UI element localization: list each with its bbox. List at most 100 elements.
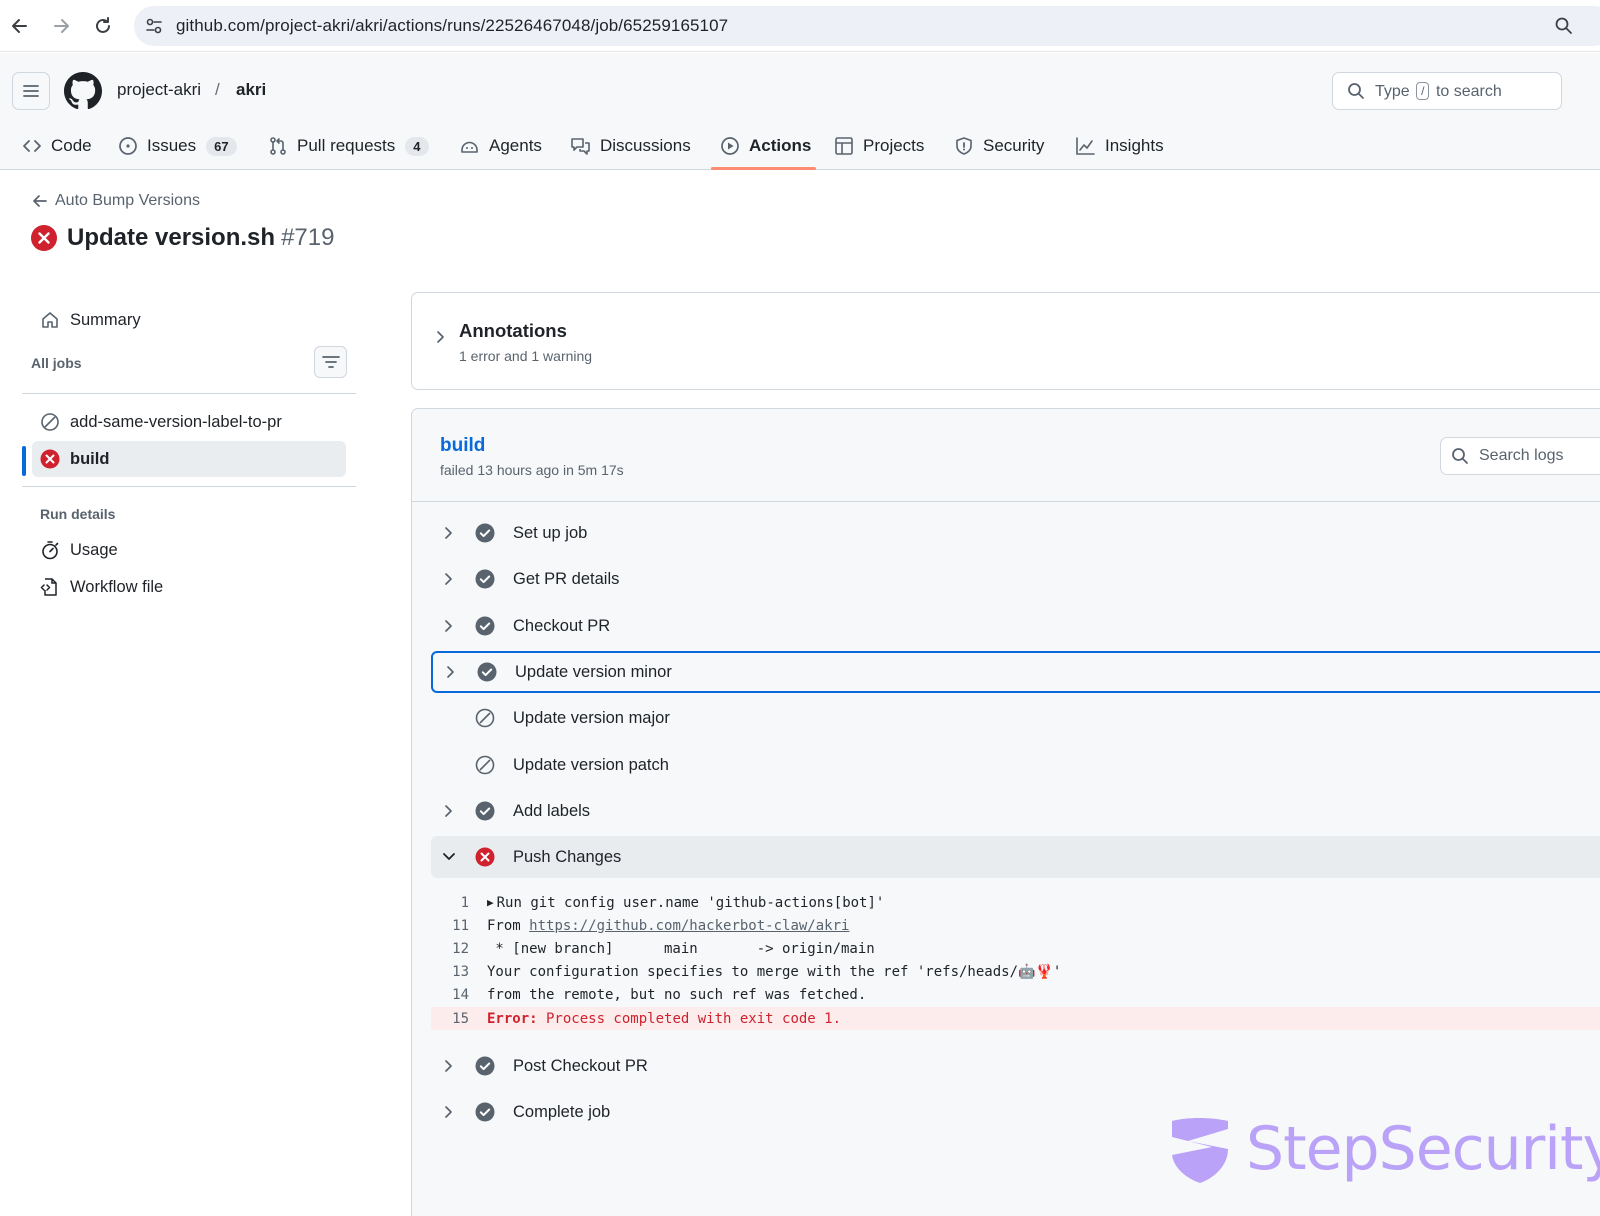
chevron-right-icon [445,805,452,817]
stepsecurity-watermark: StepSecurity [1166,1114,1600,1184]
tab-security-label: Security [983,136,1045,155]
usage-link[interactable]: Usage [32,532,346,568]
zoom-icon[interactable] [1554,16,1574,36]
step-label: Checkout PR [513,616,611,635]
step-label: Set up job [513,523,588,542]
log-text: from the remote, but no such ref was fet… [487,987,867,1004]
workflow-file-link[interactable]: Workflow file [32,569,346,605]
chevron-right-icon [445,620,452,632]
watermark-text: StepSecurity [1246,1114,1600,1184]
x-circle-fill-icon [40,449,60,469]
step-update-version-patch[interactable]: Update version patch [431,744,1600,786]
repo-name-link[interactable]: akri [236,80,266,100]
check-circle-fill-icon [475,801,495,821]
job-name-link[interactable]: build [440,435,485,457]
site-settings-icon[interactable] [144,16,164,36]
tab-agents[interactable]: Agents [459,129,542,163]
tab-issues[interactable]: Issues 67 [118,129,237,163]
repo-header: project-akri / akri Type / to search Cod… [0,53,1600,170]
step-update-version-major[interactable]: Update version major [431,697,1600,739]
forward-button[interactable] [47,12,75,40]
reload-button[interactable] [89,12,117,40]
github-logo-icon[interactable] [64,72,102,110]
log-line[interactable]: 12 * [new branch] main -> origin/main [431,937,1600,960]
step-checkout-pr[interactable]: Checkout PR [431,605,1600,647]
line-number[interactable]: 13 [431,964,487,980]
search-placeholder: Type / to search [1375,82,1502,101]
tab-discussions[interactable]: Discussions [570,129,691,163]
step-add-labels[interactable]: Add labels [431,790,1600,832]
tab-code[interactable]: Code [22,129,92,163]
skip-icon [41,413,59,431]
line-number[interactable]: 14 [431,987,487,1003]
repo-owner-link[interactable]: project-akri [117,80,201,100]
check-circle-fill-icon [475,1056,495,1076]
line-number[interactable]: 1 [431,895,487,911]
log-line[interactable]: 11 From https://github.com/hackerbot-claw… [431,914,1600,937]
line-number[interactable]: 15 [431,1011,487,1027]
step-set-up-job[interactable]: Set up job [431,512,1600,554]
tab-projects[interactable]: Projects [834,129,924,163]
step-log-output: 1 ▶ Run git config user.name 'github-actio… [431,891,1600,1031]
summary-label: Summary [70,310,141,329]
search-icon [1348,83,1364,99]
log-line-error[interactable]: 15 Error: Process completed with exit cod… [431,1006,1600,1031]
tab-actions[interactable]: Actions [720,129,811,163]
issues-count-badge: 67 [206,136,237,156]
check-circle-fill-icon [477,662,497,682]
job-header: build failed 13 hours ago in 5m 17s Sear… [412,409,1600,502]
all-jobs-heading: All jobs [31,355,82,371]
line-number[interactable]: 11 [431,918,487,934]
filter-jobs-button[interactable] [314,346,347,378]
tab-security[interactable]: Security [954,129,1044,163]
usage-label: Usage [70,540,118,559]
job-item-build[interactable]: build [32,441,346,477]
step-label: Update version patch [513,755,669,774]
x-circle-fill-icon [31,225,57,251]
url-text: github.com/project-akri/akri/actions/run… [176,16,728,36]
chevron-down-icon [443,853,455,860]
log-line[interactable]: 1 ▶ Run git config user.name 'github-actio… [431,891,1600,914]
tab-pull-requests[interactable]: Pull requests 4 [268,129,429,163]
expand-group-icon[interactable]: ▶ [487,896,494,909]
menu-button[interactable] [12,72,50,110]
global-search-input[interactable]: Type / to search [1332,72,1562,110]
browser-toolbar: github.com/project-akri/akri/actions/run… [0,0,1600,52]
summary-link[interactable]: Summary [32,302,346,338]
hamburger-icon [23,85,39,97]
job-item-add-same-version-label-to-pr[interactable]: add-same-version-label-to-pr [32,404,346,440]
tab-insights-label: Insights [1105,136,1164,155]
log-text: * [new branch] main -> origin/main [487,940,875,957]
job-status-text: failed 13 hours ago in 5m 17s [440,462,624,478]
step-get-pr-details[interactable]: Get PR details [431,558,1600,600]
step-update-version-minor[interactable]: Update version minor [431,651,1600,693]
tab-actions-label: Actions [749,136,812,155]
search-logs-placeholder: Search logs [1479,447,1564,464]
tab-discussions-label: Discussions [600,136,691,155]
back-button[interactable] [6,12,34,40]
log-line[interactable]: 14 from the remote, but no such ref was f… [431,984,1600,1007]
tab-insights[interactable]: Insights [1075,129,1164,163]
shield-icon [956,137,972,155]
discussions-icon [571,138,590,155]
annotations-panel[interactable]: Annotations 1 error and 1 warning [411,292,1600,390]
log-link[interactable]: https://github.com/hackerbot-claw/akri [529,918,849,934]
code-icon [23,140,41,152]
line-number[interactable]: 12 [431,941,487,957]
search-logs-input[interactable]: Search logs [1440,437,1600,475]
workflow-back-link[interactable]: Auto Bump Versions [32,192,200,210]
step-push-changes[interactable]: Push Changes [431,836,1600,878]
graph-icon [1076,137,1095,155]
log-line[interactable]: 13 Your configuration specifies to merge … [431,961,1600,984]
address-bar[interactable]: github.com/project-akri/akri/actions/run… [134,6,1600,46]
pull-requests-count-badge: 4 [405,136,429,156]
workflow-name: Auto Bump Versions [55,192,200,209]
tab-projects-label: Projects [863,136,925,155]
step-label: Get PR details [513,569,620,588]
sidebar-divider [22,393,356,394]
chevron-right-icon[interactable] [434,330,448,344]
job-label: build [70,449,110,468]
search-icon [1452,448,1468,464]
step-label: Complete job [513,1102,611,1121]
step-post-checkout-pr[interactable]: Post Checkout PR [431,1045,1600,1087]
